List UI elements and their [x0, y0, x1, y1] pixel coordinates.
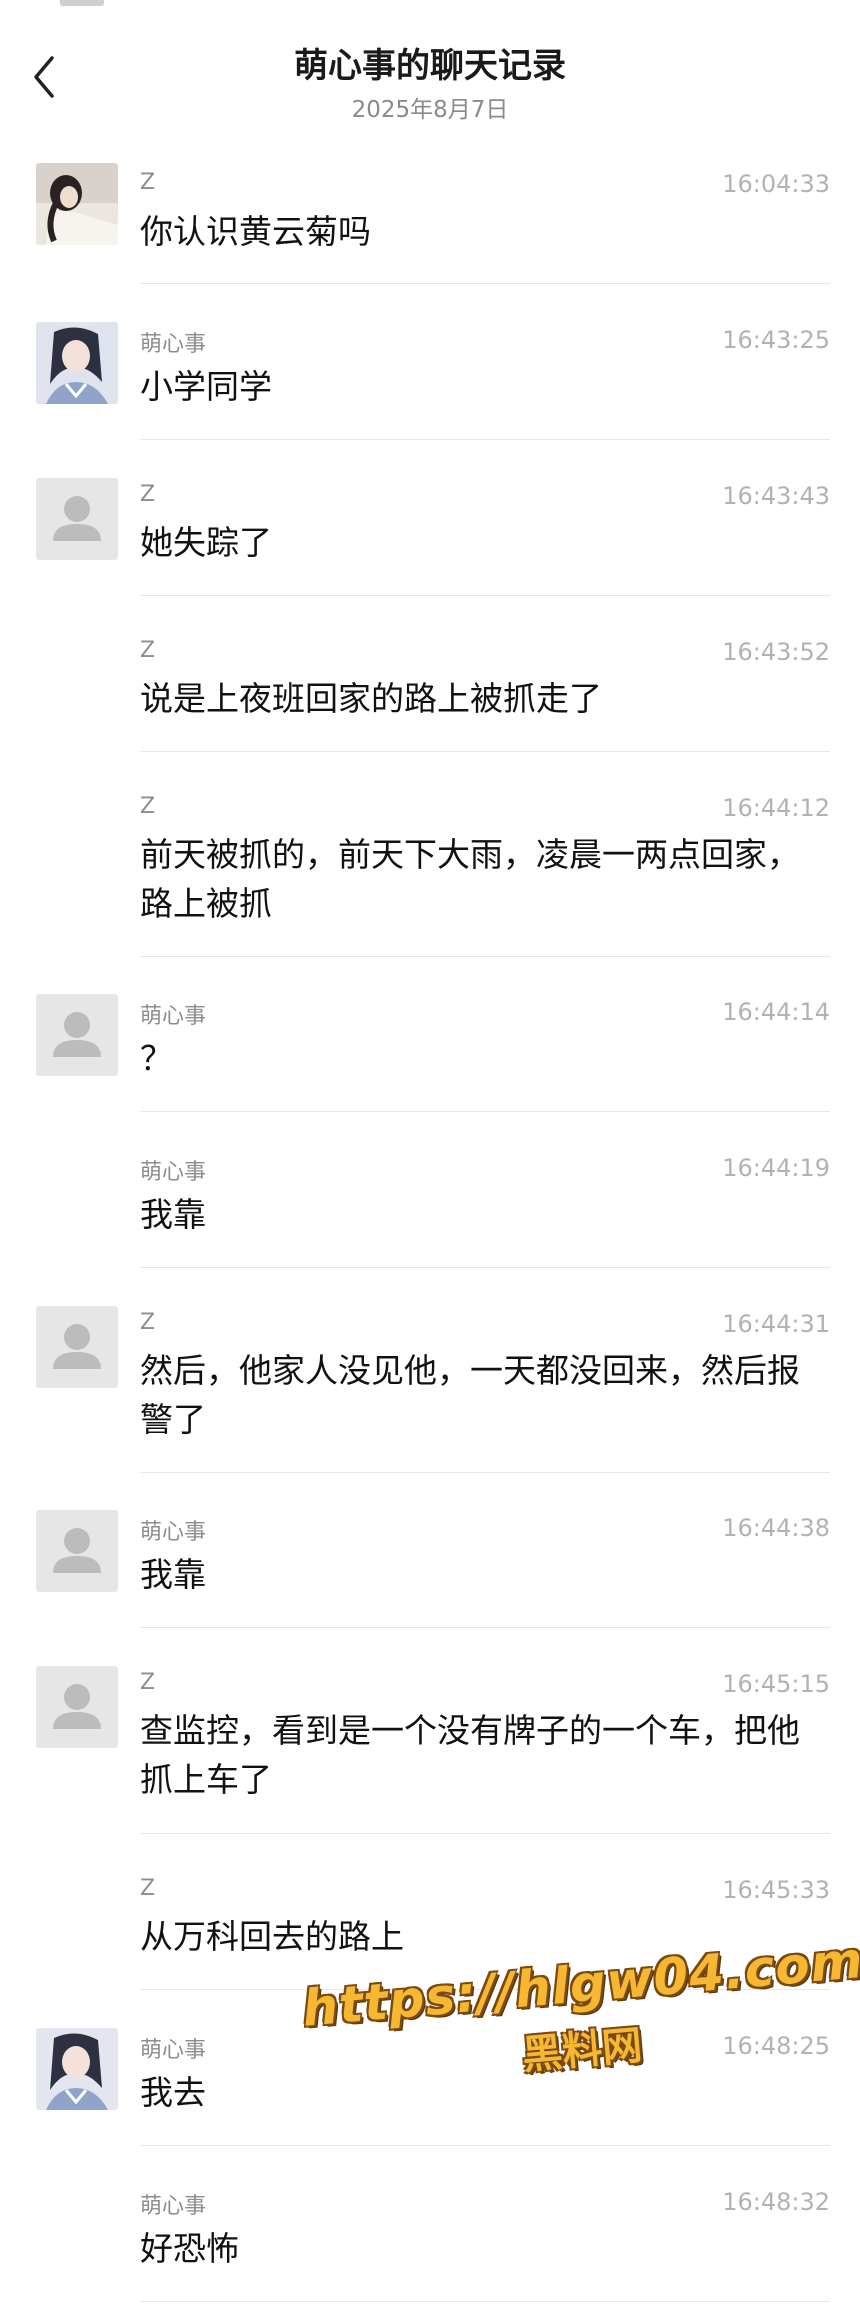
message-text: ？: [140, 1039, 173, 1078]
sender-name: 萌心事: [140, 332, 207, 357]
message-time: 16:44:31: [722, 1310, 830, 1338]
chat-header: 萌心事的聊天记录 2025年8月7日: [0, 0, 860, 140]
divider: [140, 1472, 830, 1473]
message-text: 从万科回去的路上: [140, 1917, 404, 1956]
message-text: 查监控，看到是一个没有牌子的一个车，把他抓上车了: [140, 1711, 800, 1799]
divider: [140, 1267, 830, 1268]
message-time: 16:45:33: [722, 1876, 830, 1904]
sender-name: Z: [140, 638, 156, 663]
divider: [140, 2145, 830, 2146]
sender-name: Z: [140, 1670, 156, 1695]
sender-name: 萌心事: [140, 1160, 207, 1185]
divider: [140, 595, 830, 596]
sender-name: Z: [140, 482, 156, 507]
user-avatar-photo[interactable]: [36, 163, 118, 245]
message-text: 你认识黄云菊吗: [140, 212, 371, 251]
sender-name: Z: [140, 170, 156, 195]
sender-name: 萌心事: [140, 1004, 207, 1029]
message-time: 16:43:52: [722, 638, 830, 666]
divider: [140, 1111, 830, 1112]
message-time: 16:04:33: [722, 170, 830, 198]
sender-name: Z: [140, 794, 156, 819]
message-text: 我去: [140, 2073, 206, 2112]
sender-name: 萌心事: [140, 1520, 207, 1545]
divider: [140, 283, 830, 284]
record-date: 2025年8月7日: [351, 97, 509, 123]
message-text: 说是上夜班回家的路上被抓走了: [140, 679, 602, 718]
divider: [140, 1989, 830, 1990]
message-text: 我靠: [140, 1195, 206, 1234]
user-icon: [53, 1324, 101, 1369]
divider: [140, 751, 830, 752]
message-text: 我靠: [140, 1555, 206, 1594]
user-avatar-photo[interactable]: [36, 2028, 118, 2110]
divider: [140, 1627, 830, 1628]
message-time: 16:48:32: [722, 2188, 830, 2216]
message-time: 16:44:19: [722, 1154, 830, 1182]
user-icon: [53, 1012, 101, 1057]
sender-name: Z: [140, 1876, 156, 1901]
default-avatar[interactable]: [36, 478, 118, 560]
sender-name: 萌心事: [140, 2194, 207, 2219]
user-icon: [53, 1684, 101, 1729]
page-title: 萌心事的聊天记录: [294, 46, 566, 86]
default-avatar[interactable]: [36, 1666, 118, 1748]
message-time: 16:43:43: [722, 482, 830, 510]
message-time: 16:48:25: [722, 2032, 830, 2060]
user-avatar-photo[interactable]: [36, 322, 118, 404]
divider: [140, 2301, 830, 2302]
message-time: 16:44:38: [722, 1514, 830, 1542]
user-icon: [53, 496, 101, 541]
message-text: 她失踪了: [140, 523, 272, 562]
message-time: 16:45:15: [722, 1670, 830, 1698]
message-text: 前天被抓的，前天下大雨，凌晨一两点回家，路上被抓: [140, 835, 800, 923]
default-avatar[interactable]: [36, 1510, 118, 1592]
message-time: 16:43:25: [722, 326, 830, 354]
default-avatar[interactable]: [36, 1306, 118, 1388]
message-text: 小学同学: [140, 367, 272, 406]
sender-name: 萌心事: [140, 2038, 207, 2063]
divider: [140, 1833, 830, 1834]
user-icon: [53, 1528, 101, 1573]
default-avatar[interactable]: [36, 994, 118, 1076]
divider: [140, 956, 830, 957]
sender-name: Z: [140, 1310, 156, 1335]
message-text: 好恐怖: [140, 2229, 239, 2268]
message-text: 然后，他家人没见他，一天都没回来，然后报警了: [140, 1351, 800, 1439]
divider: [140, 439, 830, 440]
message-time: 16:44:14: [722, 998, 830, 1026]
message-time: 16:44:12: [722, 794, 830, 822]
